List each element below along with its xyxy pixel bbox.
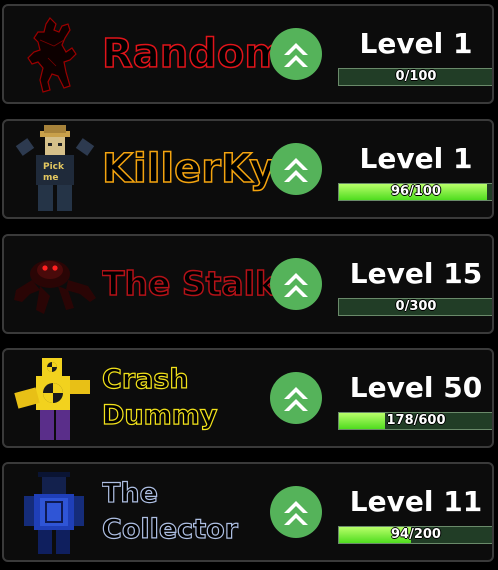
character-card-crash-dummy[interactable]: Crash Dummy Level 50 178/600 bbox=[2, 348, 494, 448]
upgrade-button[interactable] bbox=[270, 372, 322, 424]
character-list: Random Level 1 0/100 Pick me KillerKy Le… bbox=[0, 0, 498, 570]
level-label: Level 11 bbox=[349, 485, 483, 518]
character-card-random[interactable]: Random Level 1 0/100 bbox=[2, 4, 494, 104]
xp-progress-bar: 178/600 bbox=[338, 412, 492, 430]
character-card-the-collector[interactable]: The Collector Level 11 94/200 bbox=[2, 462, 494, 562]
level-panel: Level 11 94/200 bbox=[338, 482, 492, 546]
double-chevron-up-icon bbox=[284, 43, 308, 67]
xp-progress-bar: 94/200 bbox=[338, 526, 492, 544]
level-panel: Level 15 0/300 bbox=[338, 254, 492, 318]
level-panel: Level 50 178/600 bbox=[338, 368, 492, 432]
xp-progress-text: 94/200 bbox=[391, 527, 441, 542]
xp-progress-bar: 96/100 bbox=[338, 183, 492, 201]
svg-text:Pick: Pick bbox=[43, 162, 65, 172]
level-panel: Level 1 0/100 bbox=[338, 24, 492, 88]
level-label: Level 15 bbox=[349, 257, 483, 290]
double-chevron-up-icon bbox=[284, 273, 308, 297]
upgrade-button[interactable] bbox=[270, 28, 322, 80]
character-card-killerkyle[interactable]: Pick me KillerKyle Level 1 96/100 bbox=[2, 119, 494, 219]
level-label: Level 50 bbox=[349, 371, 483, 404]
svg-text:me: me bbox=[43, 173, 58, 183]
level-panel: Level 1 96/100 bbox=[338, 139, 492, 203]
level-label: Level 1 bbox=[359, 27, 473, 60]
xp-progress-bar: 0/100 bbox=[338, 68, 492, 86]
character-name: Random bbox=[102, 31, 277, 77]
xp-progress-text: 0/100 bbox=[395, 69, 437, 84]
character-name: KillerKyle bbox=[102, 146, 277, 192]
shadow-figure-icon bbox=[10, 10, 100, 100]
upgrade-button[interactable] bbox=[270, 486, 322, 538]
xp-progress-bar: 0/300 bbox=[338, 298, 492, 316]
xp-progress-text: 0/300 bbox=[395, 299, 437, 314]
killer-kyle-avatar-icon: Pick me bbox=[10, 125, 100, 215]
upgrade-button[interactable] bbox=[270, 143, 322, 195]
double-chevron-up-icon bbox=[284, 387, 308, 411]
xp-progress-text: 178/600 bbox=[386, 413, 446, 428]
crash-dummy-avatar-icon bbox=[10, 354, 100, 444]
xp-progress-text: 96/100 bbox=[391, 184, 441, 199]
double-chevron-up-icon bbox=[284, 158, 308, 182]
character-card-the-stalker[interactable]: The Stalker Level 15 0/300 bbox=[2, 234, 494, 334]
character-name: The Collector bbox=[102, 477, 239, 545]
level-label: Level 1 bbox=[359, 142, 473, 175]
character-name: The Stalker bbox=[102, 263, 277, 303]
upgrade-button[interactable] bbox=[270, 258, 322, 310]
collector-avatar-icon bbox=[10, 468, 100, 558]
double-chevron-up-icon bbox=[284, 501, 308, 525]
character-name: Crash Dummy bbox=[102, 363, 218, 431]
stalker-avatar-icon bbox=[10, 240, 100, 330]
